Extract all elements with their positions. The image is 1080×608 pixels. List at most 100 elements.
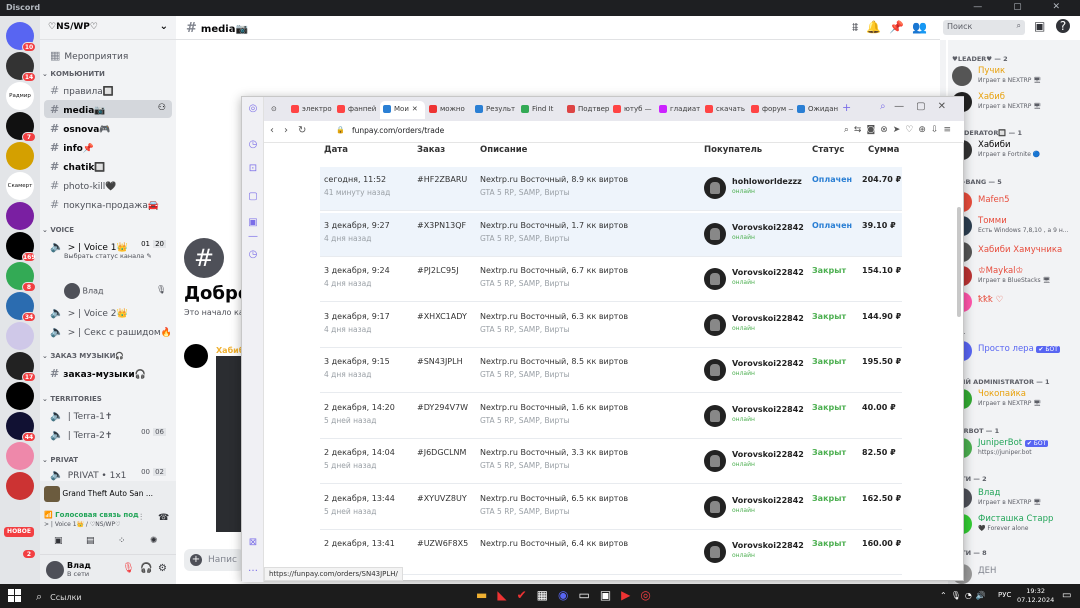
- browser-icon[interactable]: ◎: [640, 588, 660, 602]
- browser-tab[interactable]: гладиат: [656, 101, 701, 119]
- clock-icon[interactable]: ◷: [247, 249, 259, 261]
- server-icon[interactable]: [6, 202, 34, 230]
- server-icon[interactable]: [6, 442, 34, 470]
- taskbar-search[interactable]: ⌕ Ссылки: [36, 590, 82, 604]
- voice-channel-private[interactable]: 🔈 PRIVAT • 1x1 00 02: [44, 467, 172, 481]
- member-item[interactable]: Влад Играет в NEXTRP 🖥: [952, 486, 1080, 510]
- chevron-down-icon[interactable]: ⌄: [160, 21, 168, 32]
- voice-channel-3[interactable]: 🔈 > | Секс с рашидом🔥: [44, 322, 172, 340]
- member-item[interactable]: Пучик Играет в NEXTRP 🖥: [952, 64, 1080, 88]
- browser-window-controls[interactable]: —▢✕: [894, 101, 958, 112]
- app-icon[interactable]: ▭: [578, 588, 599, 602]
- events-item[interactable]: ▦ Мероприятия: [44, 46, 172, 64]
- browser-tab[interactable]: форум —: [748, 101, 793, 119]
- browser-tab[interactable]: фанпей: [334, 101, 379, 119]
- screen-share-icon[interactable]: ▤: [86, 536, 95, 546]
- member-item[interactable]: Хабиби Хамучника: [952, 240, 1080, 264]
- table-row[interactable]: 2 декабря, 13:41 #UZW6F8X5 Nextrp.ru Восто…: [320, 531, 902, 575]
- category-voice[interactable]: ⌄ VOICE: [42, 226, 74, 234]
- member-item[interactable]: ꝁꝁꝁ ♡: [952, 290, 1080, 314]
- extensions-icon[interactable]: ⊕: [918, 125, 931, 135]
- category-community[interactable]: ⌄ КОМЬЮНИТИ: [42, 70, 105, 78]
- voice-channel-2[interactable]: 🔈 > | Voice 2👑: [44, 303, 172, 321]
- inbox-icon[interactable]: ▣: [1034, 19, 1045, 33]
- discord-icon[interactable]: ◉: [558, 588, 578, 602]
- help-icon[interactable]: ?: [1056, 19, 1070, 33]
- noise-suppression-icon[interactable]: ⫶: [140, 513, 142, 523]
- app-icon[interactable]: ▦: [537, 588, 558, 602]
- headphones-icon[interactable]: 🎧: [140, 563, 152, 574]
- server-icon[interactable]: [6, 382, 34, 410]
- message-image[interactable]: [216, 356, 242, 532]
- forward-icon[interactable]: ›: [284, 125, 298, 136]
- add-attachment-icon[interactable]: +: [190, 554, 202, 566]
- server-icon[interactable]: [6, 472, 34, 500]
- windows-start-icon[interactable]: [8, 589, 22, 603]
- member-item[interactable]: ДЕН: [952, 562, 1080, 586]
- scrollbar[interactable]: [957, 207, 961, 317]
- table-row[interactable]: 3 декабря, 9:15 4 дня назад #SN43JPLH Nextr…: [320, 349, 902, 393]
- mic-muted-icon[interactable]: 🎙: [122, 563, 135, 574]
- voice-channel-path[interactable]: > | Voice 1👑 / ♡NS/WP♡: [44, 521, 121, 528]
- notifications-icon[interactable]: ▭: [1062, 590, 1071, 601]
- channel-info[interactable]: # info📌: [44, 138, 172, 156]
- app-icon[interactable]: ▣: [600, 588, 621, 602]
- pin-icon[interactable]: 📌: [889, 20, 912, 34]
- voice-user[interactable]: Влад 🎙: [64, 283, 166, 299]
- member-item[interactable]: Томми Есть Windows 7,8,10 , а 9 н...: [952, 214, 1080, 238]
- back-icon[interactable]: ‹: [270, 125, 284, 136]
- app-icon[interactable]: ▣: [247, 217, 259, 229]
- download-icon[interactable]: ⇩: [931, 125, 944, 135]
- member-item[interactable]: Mafen5: [952, 190, 1080, 214]
- category-private[interactable]: ⌄ PRIVAT: [42, 456, 78, 464]
- history-icon[interactable]: ◷: [247, 139, 259, 151]
- volume-icon[interactable]: 🔊: [976, 591, 990, 600]
- server-icon[interactable]: [6, 322, 34, 350]
- member-item[interactable]: Фисташка Старр 🖤 Forever alone: [952, 512, 1080, 536]
- screenshot-icon[interactable]: ⊠: [247, 537, 259, 549]
- more-icon[interactable]: …: [247, 563, 259, 575]
- members-icon[interactable]: 👥: [912, 20, 935, 34]
- browser-tab[interactable]: Подтвер: [564, 101, 609, 119]
- category-territories[interactable]: ⌄ TERRITORIES: [42, 395, 102, 403]
- lock-icon[interactable]: 🔒: [336, 126, 345, 134]
- voice-status[interactable]: 📶 Голосовая связь под: [44, 511, 139, 519]
- adblock-icon[interactable]: ⊗: [880, 125, 893, 135]
- youtube-icon[interactable]: ▶: [621, 588, 640, 602]
- language-indicator[interactable]: РУС: [998, 591, 1011, 599]
- channel-photo-kill[interactable]: # photo-kill🖤: [44, 176, 172, 194]
- server-icon[interactable]: [6, 142, 34, 170]
- url-field[interactable]: funpay.com/orders/trade: [352, 126, 444, 135]
- voice-channel-terra1[interactable]: 🔈 | Terra-1✝: [44, 406, 172, 424]
- chevron-up-icon[interactable]: ⌃: [940, 591, 951, 600]
- soundboard-icon[interactable]: ✺: [150, 536, 158, 546]
- add-member-icon[interactable]: ⚇: [158, 103, 166, 113]
- channel-chatik[interactable]: # chatik🔲: [44, 157, 172, 175]
- app-icon[interactable]: ◣: [497, 588, 516, 602]
- table-row[interactable]: 2 декабря, 13:44 5 дней назад #XYUVZ8UY Nex…: [320, 486, 902, 530]
- member-item[interactable]: Хабиб Играет в NEXTRP 🖥: [952, 90, 1080, 114]
- table-row[interactable]: 2 декабря, 14:04 5 дней назад #J6DGCLNM Nex…: [320, 440, 902, 484]
- heart-icon[interactable]: ♡: [905, 125, 918, 135]
- twitch-icon[interactable]: ▢: [247, 191, 259, 203]
- browser-tab[interactable]: Результ: [472, 101, 517, 119]
- browser-tab[interactable]: Find It: [518, 101, 563, 119]
- browser-tab[interactable]: электро: [288, 101, 333, 119]
- table-row[interactable]: 3 декабря, 9:24 4 дня назад #PJ2LC95J Nextr…: [320, 258, 902, 302]
- browser-tab[interactable]: Ожидан: [794, 101, 839, 119]
- channel-osnova[interactable]: # osnova🎮: [44, 119, 172, 137]
- member-item[interactable]: ♔Maykal♔ Играет в BlueStacks 🖥: [952, 264, 1080, 288]
- disconnect-icon[interactable]: ☎: [158, 513, 169, 523]
- activities-icon[interactable]: ⁘: [118, 536, 126, 546]
- new-tab-icon[interactable]: +: [842, 101, 851, 114]
- browser-tab[interactable]: ютуб —: [610, 101, 655, 119]
- games-icon[interactable]: ⊙: [268, 101, 288, 119]
- zoom-icon[interactable]: ⌕: [844, 125, 854, 135]
- browser-tab[interactable]: Мои ✕: [380, 101, 425, 119]
- member-item[interactable]: JuniperBot ✔ БОТ https://juniper.bot: [952, 436, 1080, 460]
- browser-tab[interactable]: можно: [426, 101, 471, 119]
- server-icon[interactable]: Радмир: [6, 82, 34, 110]
- table-row[interactable]: сегодня, 11:52 41 минуту назад #HF2ZBARU Ne…: [320, 167, 902, 211]
- bell-icon[interactable]: 🔔: [866, 20, 889, 34]
- search-input[interactable]: Поиск ⌕: [943, 20, 1025, 35]
